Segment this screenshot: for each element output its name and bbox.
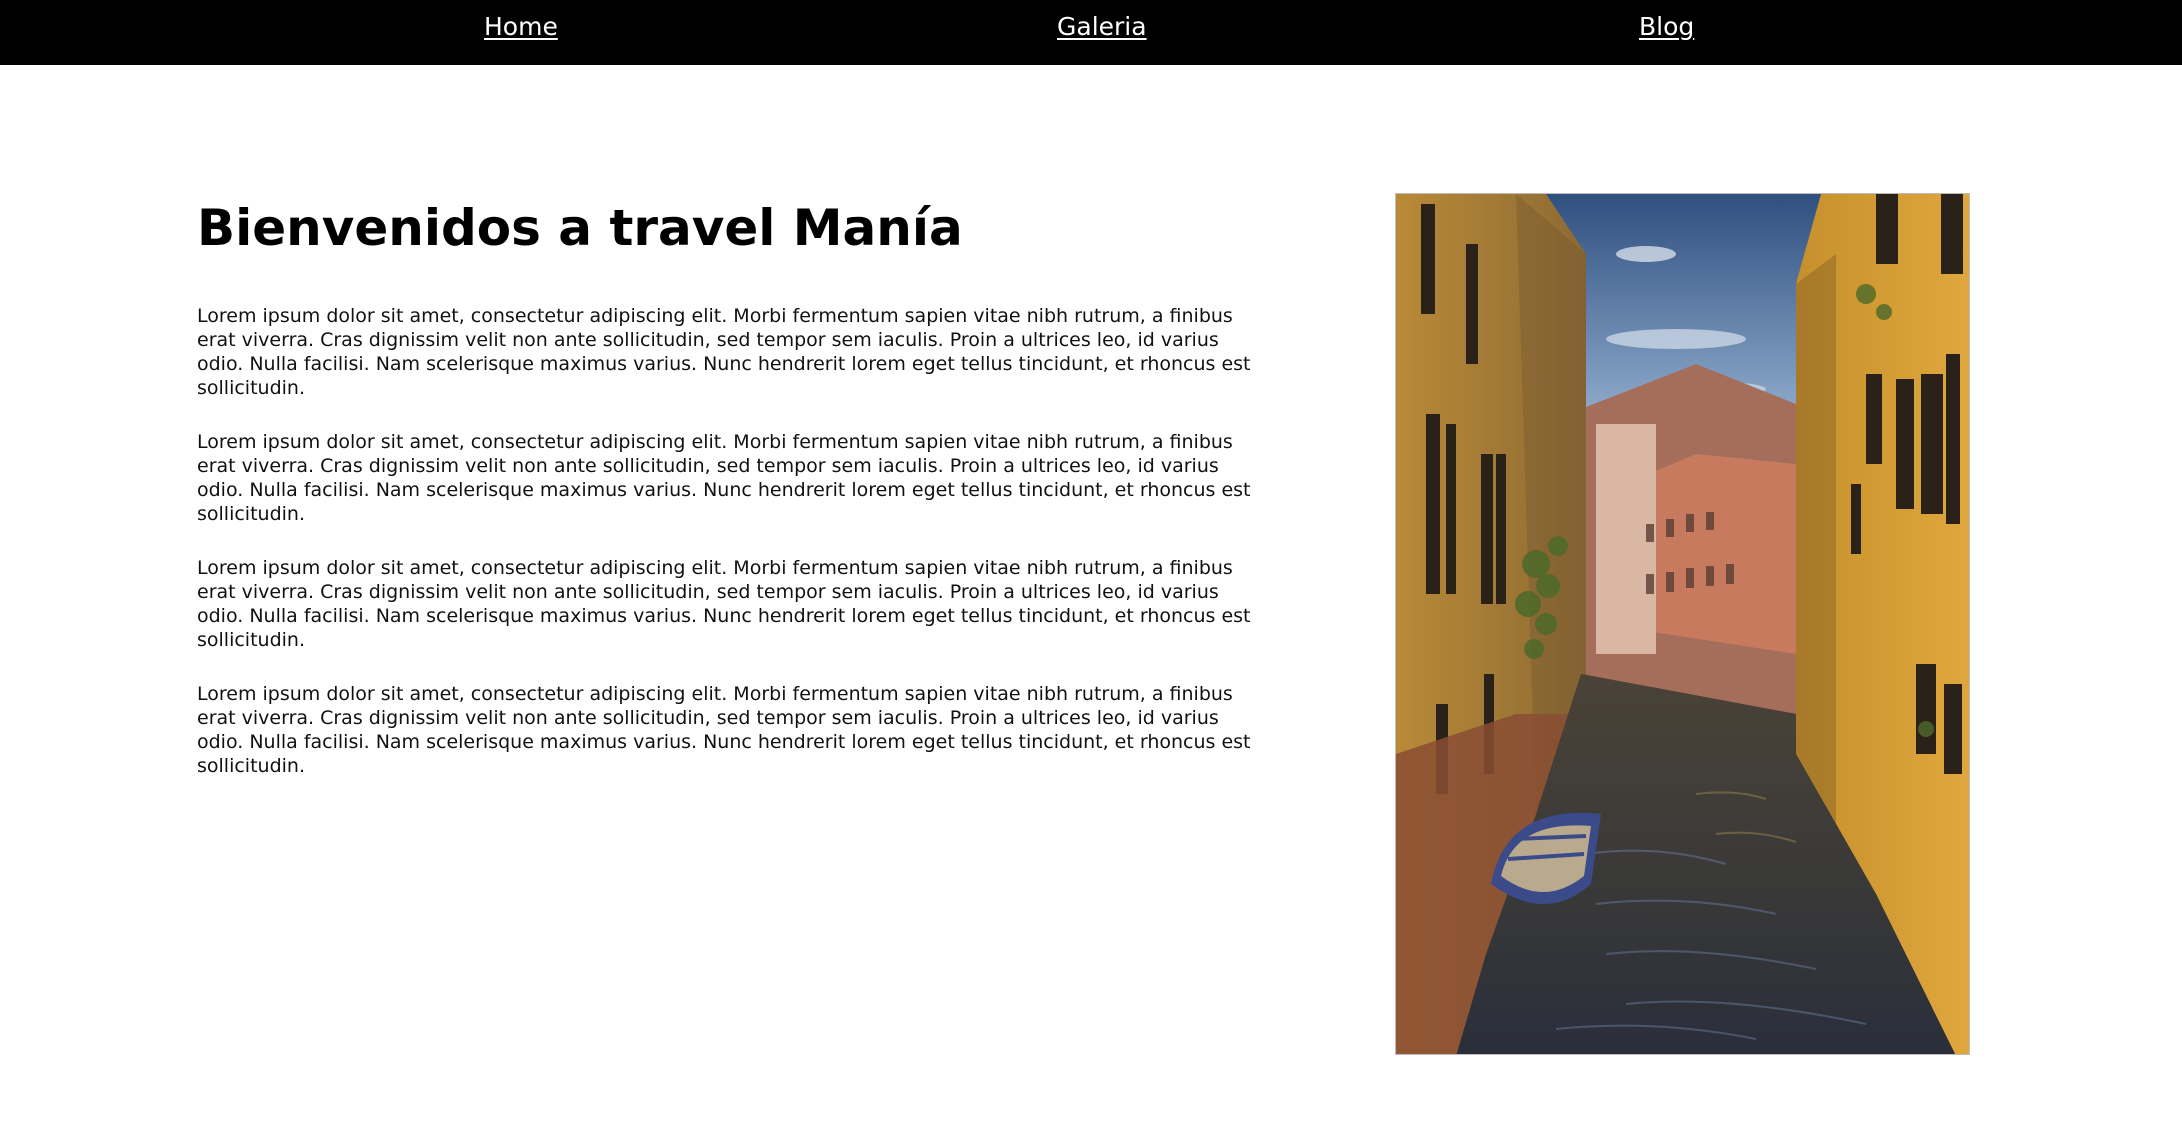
paragraph-1: Lorem ipsum dolor sit amet, consectetur … [197,305,1251,399]
venice-canal-photo [1395,193,1970,1055]
paragraph-4: Lorem ipsum dolor sit amet, consectetur … [197,683,1251,777]
venice-canal-illustration [1396,194,1969,1054]
page-title: Bienvenidos a travel Manía [197,199,963,257]
top-navbar: Home Galeria Blog [0,0,2182,65]
intro-text: Lorem ipsum dolor sit amet, consectetur … [197,304,1267,808]
nav-link-home[interactable]: Home [484,12,558,42]
nav-link-blog[interactable]: Blog [1639,12,1694,42]
nav-link-galeria[interactable]: Galeria [1057,12,1147,42]
paragraph-3: Lorem ipsum dolor sit amet, consectetur … [197,557,1251,651]
paragraph-2: Lorem ipsum dolor sit amet, consectetur … [197,431,1251,525]
